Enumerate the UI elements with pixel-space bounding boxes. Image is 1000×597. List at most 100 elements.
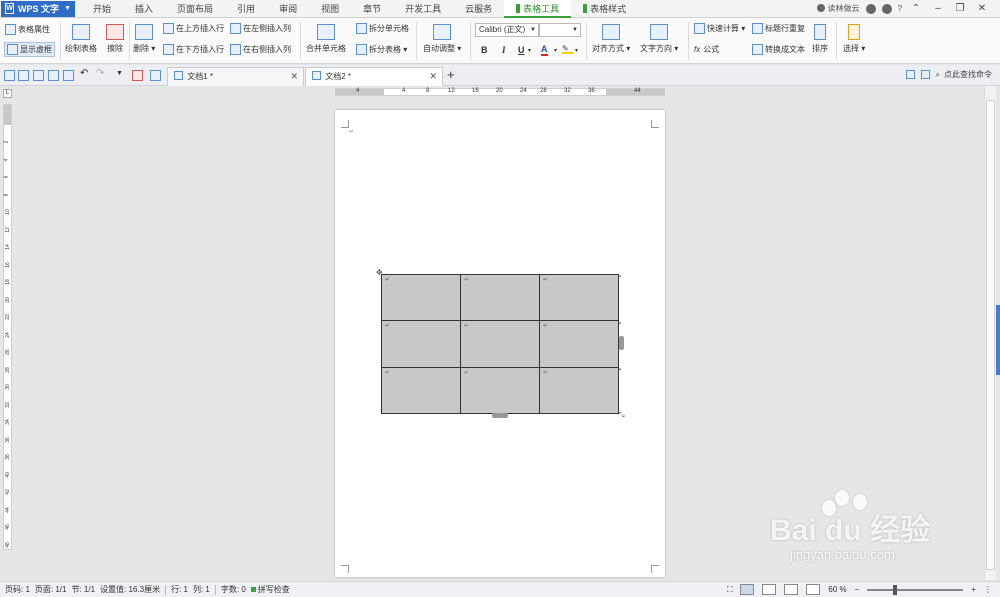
web-view-button[interactable] <box>784 584 799 595</box>
document-table[interactable]: ↵ ↵ ↵ ↵ ↵ ↵ ↵ ↵ ↵ <box>381 273 619 415</box>
select-button[interactable]: 选择 ▾ <box>843 24 865 54</box>
table-cell[interactable]: ↵ <box>460 273 540 322</box>
outline-view-button[interactable] <box>762 584 777 595</box>
zoom-level[interactable]: 60 % <box>828 585 846 594</box>
sort-button[interactable]: 排序 <box>812 24 828 54</box>
merge-cells-button[interactable]: 合并单元格 <box>306 24 346 54</box>
menu-tab-7[interactable]: 开发工具 <box>393 0 453 18</box>
wps-home-icon[interactable] <box>132 70 143 81</box>
corner-mark <box>341 120 349 128</box>
table-cell[interactable]: ↵ <box>381 366 461 415</box>
help-icon[interactable]: ? <box>898 4 902 13</box>
zoom-in-button[interactable]: + <box>971 585 976 594</box>
new-tab-button[interactable]: + <box>447 67 455 82</box>
table-cell[interactable]: ↵ <box>381 273 461 322</box>
quick-calc-button[interactable]: 快速计算 ▾ <box>694 23 745 34</box>
doc-tab-2[interactable]: 文档2 * ✕ <box>305 67 443 86</box>
add-row-handle[interactable] <box>492 413 508 418</box>
table-resize-handle-icon[interactable]: ⤡ <box>619 412 625 420</box>
find-command-button[interactable]: 点此查找命令 <box>944 69 992 80</box>
table-cell[interactable]: ↵ <box>460 366 540 415</box>
table-cell[interactable]: ↵ <box>539 273 619 322</box>
insert-col-right-button[interactable]: 在右侧插入列 <box>230 44 291 55</box>
insert-row-below-button[interactable]: 在下方插入行 <box>163 44 224 55</box>
close-tab-icon[interactable]: ✕ <box>429 68 437 85</box>
split-table-label: 拆分表格 <box>369 45 401 54</box>
highlight-icon[interactable]: ✎ <box>562 44 573 54</box>
zoom-slider[interactable] <box>867 584 964 595</box>
align-button[interactable]: 对齐方式 ▾ <box>592 24 630 54</box>
delete-button[interactable]: 删除 ▾ <box>133 24 155 54</box>
quick-access-menu-icon[interactable]: ▼ <box>116 70 127 81</box>
open-file-icon[interactable] <box>4 70 15 81</box>
reading-view-button[interactable] <box>806 584 821 595</box>
cursor-icon <box>848 24 861 40</box>
add-column-handle[interactable] <box>619 336 624 350</box>
menu-tab-4[interactable]: 审阅 <box>267 0 309 18</box>
font-size-select[interactable]: ▼ <box>539 23 581 37</box>
formula-button[interactable]: fx 公式 <box>694 44 719 55</box>
menu-tab-2[interactable]: 页面布局 <box>165 0 225 18</box>
undo-icon[interactable]: ↶ <box>80 68 91 79</box>
search-icon[interactable]: ⌕ <box>936 70 940 80</box>
print-icon[interactable] <box>33 70 44 81</box>
draw-table-button[interactable]: 绘制表格 <box>65 24 97 54</box>
minimize-button[interactable]: – <box>930 3 946 14</box>
font-color-button[interactable]: A <box>541 44 548 56</box>
document-page[interactable]: ↵ ✥ ↵ ↵ ↵ ↵ ↵ ↵ ↵ ↵ ↵ ▪ ▪ ▪ ⤡ <box>335 110 665 577</box>
bold-button[interactable]: B <box>481 45 488 55</box>
zoom-out-button[interactable]: − <box>855 585 860 594</box>
cloud-account[interactable]: 读林做云 <box>817 3 860 14</box>
italic-button[interactable]: I <box>502 45 506 55</box>
tab-stop-selector[interactable]: L <box>3 89 12 98</box>
doc-tab-1[interactable]: 文档1 * ✕ <box>167 67 304 86</box>
insert-row-above-button[interactable]: 在上方插入行 <box>163 23 224 34</box>
skin-icon[interactable] <box>865 3 876 14</box>
table-cell[interactable]: ↵ <box>460 320 540 368</box>
settings-icon[interactable] <box>881 3 892 14</box>
more-status-icon[interactable]: ⋮ <box>984 585 992 594</box>
table-cell[interactable]: ↵ <box>381 320 461 368</box>
collapse-ribbon-icon[interactable]: ⌃ <box>908 3 924 14</box>
minimize-doc-icon[interactable] <box>920 70 930 79</box>
print-preview-icon[interactable] <box>48 70 59 81</box>
spell-check-button[interactable]: 拼写检查 <box>250 584 290 595</box>
cloud-docs-icon[interactable] <box>150 70 161 81</box>
restore-button[interactable]: ❐ <box>952 3 968 14</box>
show-gridlines-button[interactable]: 显示虚框 <box>4 42 55 57</box>
table-cell[interactable]: ↵ <box>539 320 619 368</box>
font-name-select[interactable]: Calibri (正文) ▼ <box>475 23 539 37</box>
repeat-header-button[interactable]: 标题行重复 <box>752 23 805 34</box>
export-pdf-icon[interactable] <box>63 70 74 81</box>
page-view-button[interactable] <box>740 584 755 595</box>
insert-col-left-button[interactable]: 在左侧插入列 <box>230 23 291 34</box>
convert-text-button[interactable]: 转换成文本 <box>752 44 805 55</box>
table-properties-button[interactable]: 表格属性 <box>5 24 50 35</box>
text-direction-button[interactable]: 文字方向 ▾ <box>640 24 678 54</box>
zoom-slider-thumb[interactable] <box>893 584 898 595</box>
auto-fit-button[interactable]: 自动调整 ▾ <box>423 24 461 54</box>
menu-tab-1[interactable]: 插入 <box>123 0 165 18</box>
close-tab-icon[interactable]: ✕ <box>290 68 298 85</box>
save-icon[interactable] <box>18 70 29 81</box>
app-menu-button[interactable]: W WPS 文字 ▼ <box>1 0 75 17</box>
focus-mode-icon[interactable]: ⛶ <box>727 585 733 595</box>
menu-tab-3[interactable]: 引用 <box>225 0 267 18</box>
table-cell[interactable]: ↵ <box>539 366 619 415</box>
menu-tab-0[interactable]: 开始 <box>81 0 123 18</box>
horizontal-ruler[interactable]: 4 4 8 12 16 20 24 28 32 36 44 <box>335 88 665 96</box>
split-table-button[interactable]: 拆分表格 ▾ <box>356 44 407 55</box>
message-icon[interactable] <box>905 70 915 79</box>
underline-button[interactable]: U <box>518 45 525 55</box>
menu-tab-5[interactable]: 视图 <box>309 0 351 18</box>
close-window-button[interactable]: ✕ <box>974 3 990 14</box>
erase-button[interactable]: 擦除 <box>106 24 124 54</box>
menu-tab-6[interactable]: 章节 <box>351 0 393 18</box>
split-cells-button[interactable]: 拆分单元格 <box>356 23 409 34</box>
vertical-ruler[interactable]: 2 4 6 8 10 12 14 16 18 20 22 24 26 28 30 32 34 36 38 40 42 44… <box>3 104 12 550</box>
menu-tab-8[interactable]: 云服务 <box>453 0 504 18</box>
side-panel-toggle[interactable] <box>996 305 1000 375</box>
menu-tab-9[interactable]: 表格工具 <box>504 0 572 18</box>
menu-tab-10[interactable]: 表格样式 <box>571 0 638 18</box>
redo-icon[interactable]: ↷ <box>96 68 107 79</box>
